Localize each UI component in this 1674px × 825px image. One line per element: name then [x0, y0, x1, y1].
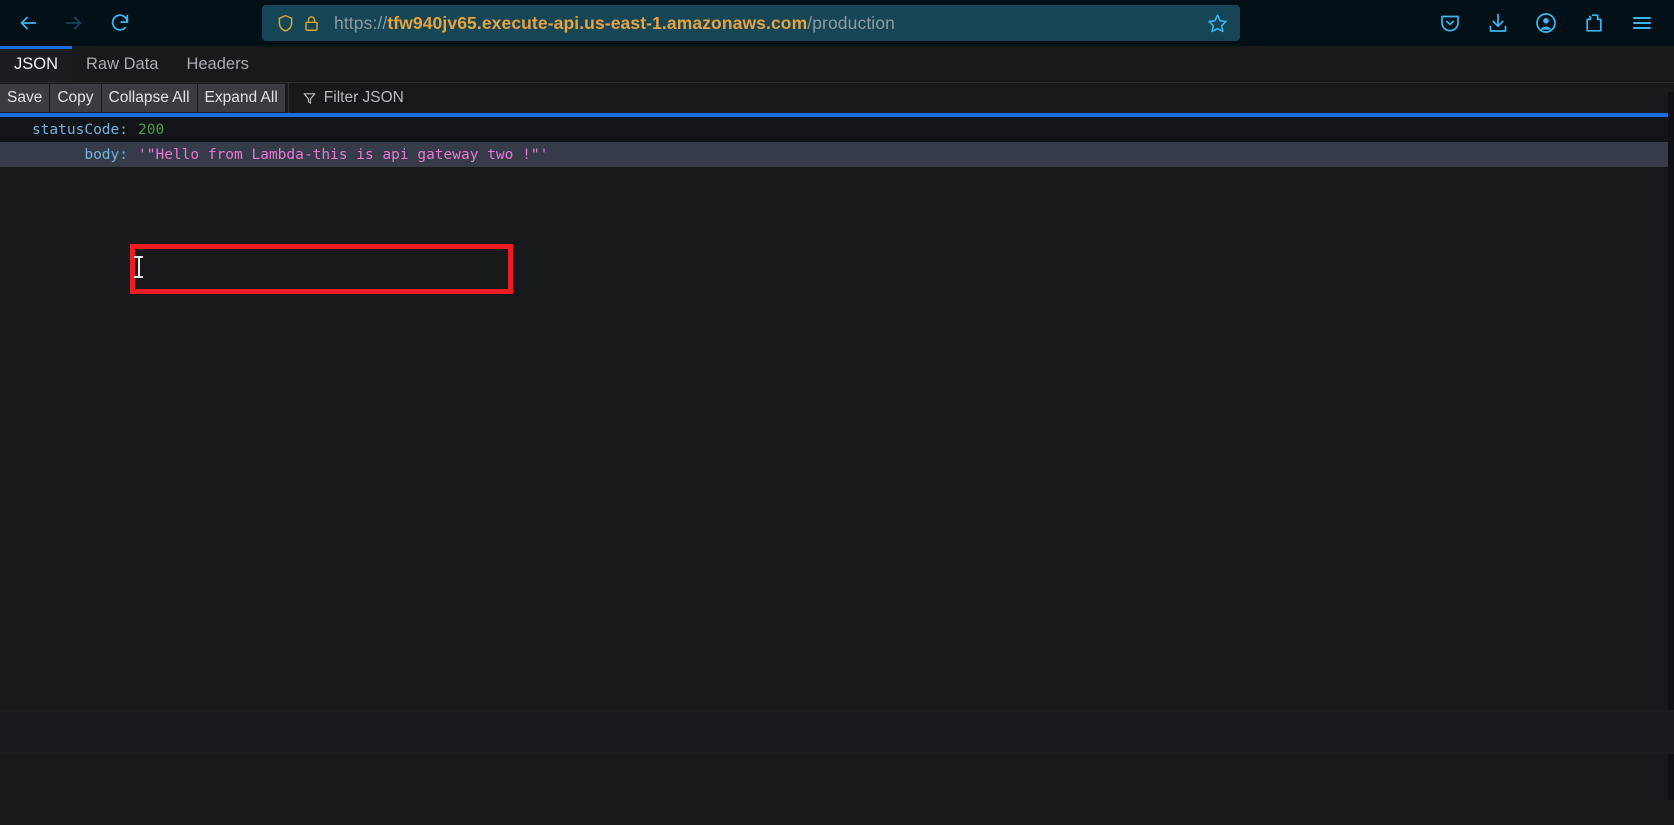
- arrow-left-icon: [17, 12, 39, 34]
- app-menu-button[interactable]: [1626, 7, 1658, 39]
- copy-button[interactable]: Copy: [50, 84, 100, 112]
- url-scheme: https://: [334, 13, 387, 33]
- url-path: /production: [807, 13, 895, 33]
- text-cursor-icon: [134, 256, 143, 278]
- json-action-toolbar: Save Copy Collapse All Expand All Filter…: [0, 83, 1674, 113]
- account-icon: [1534, 11, 1558, 35]
- back-button[interactable]: [10, 6, 46, 40]
- downloads-button[interactable]: [1482, 7, 1514, 39]
- json-viewer-tabbar: JSON Raw Data Headers: [0, 46, 1674, 83]
- collapse-all-button[interactable]: Collapse All: [102, 84, 197, 112]
- menu-icon: [1630, 11, 1654, 35]
- url-host: tfw940jv65.execute-api.us-east-1.amazona…: [387, 13, 807, 33]
- tab-raw-data[interactable]: Raw Data: [72, 46, 172, 82]
- json-row-statuscode[interactable]: statusCode: 200: [0, 117, 1674, 142]
- json-viewer: JSON Raw Data Headers Save Copy Collapse…: [0, 46, 1674, 754]
- tab-json[interactable]: JSON: [0, 46, 72, 82]
- reload-button[interactable]: [102, 6, 138, 40]
- vertical-scrollbar-track[interactable]: [1668, 92, 1674, 800]
- nav-button-group: [0, 6, 138, 40]
- browser-nav-toolbar: https://tfw940jv65.execute-api.us-east-1…: [0, 0, 1674, 46]
- funnel-icon: [302, 91, 317, 106]
- padlock-icon[interactable]: [298, 10, 324, 36]
- extensions-icon: [1582, 11, 1606, 35]
- arrow-right-icon: [63, 12, 85, 34]
- filter-json-placeholder: Filter JSON: [324, 89, 404, 107]
- reload-icon: [109, 12, 131, 34]
- json-key-statuscode: statusCode:: [0, 122, 130, 138]
- tab-json-label: JSON: [14, 55, 58, 74]
- browser-toolbar-right: [1434, 0, 1668, 46]
- pocket-button[interactable]: [1434, 7, 1466, 39]
- expand-all-button[interactable]: Expand All: [198, 84, 285, 112]
- extensions-button[interactable]: [1578, 7, 1610, 39]
- bookmark-star-button[interactable]: [1202, 8, 1232, 38]
- forward-button[interactable]: [56, 6, 92, 40]
- json-value-statuscode: 200: [130, 122, 164, 138]
- tab-headers-label: Headers: [186, 55, 248, 74]
- address-bar[interactable]: https://tfw940jv65.execute-api.us-east-1…: [262, 5, 1240, 41]
- viewer-bottom-strip: [0, 710, 1674, 754]
- json-row-body[interactable]: body: '"Hello from Lambda-this is api ga…: [0, 142, 1674, 167]
- filter-json-input[interactable]: Filter JSON: [288, 83, 1674, 113]
- json-key-body: body:: [0, 147, 130, 163]
- download-icon: [1486, 11, 1510, 35]
- json-value-body: '"Hello from Lambda-this is api gateway …: [130, 147, 548, 163]
- tab-headers[interactable]: Headers: [172, 46, 262, 82]
- url-text[interactable]: https://tfw940jv65.execute-api.us-east-1…: [334, 13, 1202, 34]
- save-button[interactable]: Save: [0, 84, 49, 112]
- tab-raw-data-label: Raw Data: [86, 55, 158, 74]
- pocket-icon: [1438, 11, 1462, 35]
- shield-icon[interactable]: [272, 10, 298, 36]
- annotation-highlight-box: [130, 244, 513, 294]
- account-button[interactable]: [1530, 7, 1562, 39]
- star-icon: [1206, 12, 1229, 35]
